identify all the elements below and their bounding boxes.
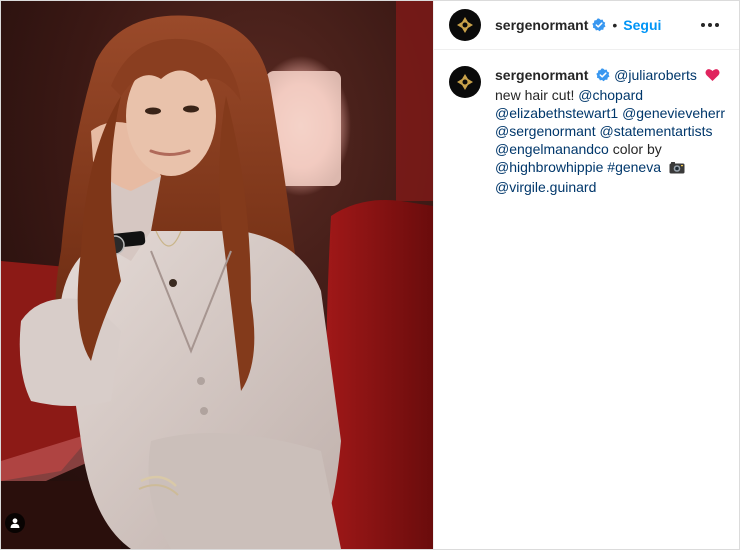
instagram-post: sergenormant • Segui sergenormant @julia…: [0, 0, 740, 550]
separator-dot: •: [612, 17, 618, 33]
mention-link[interactable]: @elizabethstewart1: [495, 105, 618, 121]
caption-username[interactable]: sergenormant: [495, 67, 588, 83]
red-heart-emoji: [705, 68, 720, 86]
mention-link[interactable]: @engelmanandco: [495, 141, 609, 157]
user-silhouette-icon: [10, 518, 20, 528]
avatar[interactable]: [449, 9, 481, 41]
post-side-panel: sergenormant • Segui sergenormant @julia…: [433, 1, 739, 549]
more-options-icon[interactable]: [697, 19, 723, 31]
verified-badge-icon: [596, 68, 610, 82]
mention-link[interactable]: @juliaroberts: [614, 67, 697, 83]
verified-badge-icon: [592, 18, 606, 32]
logo-icon: [457, 17, 473, 33]
author-username[interactable]: sergenormant: [495, 17, 588, 33]
mention-link[interactable]: @genevieveherr: [622, 105, 725, 121]
mention-link[interactable]: @statementartists: [599, 123, 712, 139]
post-photo[interactable]: [1, 1, 433, 549]
caption-avatar[interactable]: [449, 66, 481, 98]
portrait-illustration: [1, 1, 433, 549]
mention-link[interactable]: @virgile.guinard: [495, 179, 596, 195]
camera-emoji: [669, 160, 685, 178]
user-tag-icon[interactable]: [5, 513, 25, 533]
follow-button[interactable]: Segui: [623, 17, 661, 33]
comments-section: sergenormant @juliaroberts new hair cut!…: [434, 50, 739, 196]
mention-link[interactable]: @chopard: [578, 87, 643, 103]
logo-icon: [457, 74, 473, 90]
mention-link[interactable]: @highbrowhippie: [495, 159, 603, 175]
hashtag-link[interactable]: #geneva: [607, 159, 661, 175]
post-caption: sergenormant @juliaroberts new hair cut!…: [495, 66, 725, 196]
post-header: sergenormant • Segui: [434, 1, 739, 50]
mention-link[interactable]: @sergenormant: [495, 123, 596, 139]
caption-text: new hair cut!: [495, 87, 575, 103]
caption-text: color by: [612, 141, 662, 157]
